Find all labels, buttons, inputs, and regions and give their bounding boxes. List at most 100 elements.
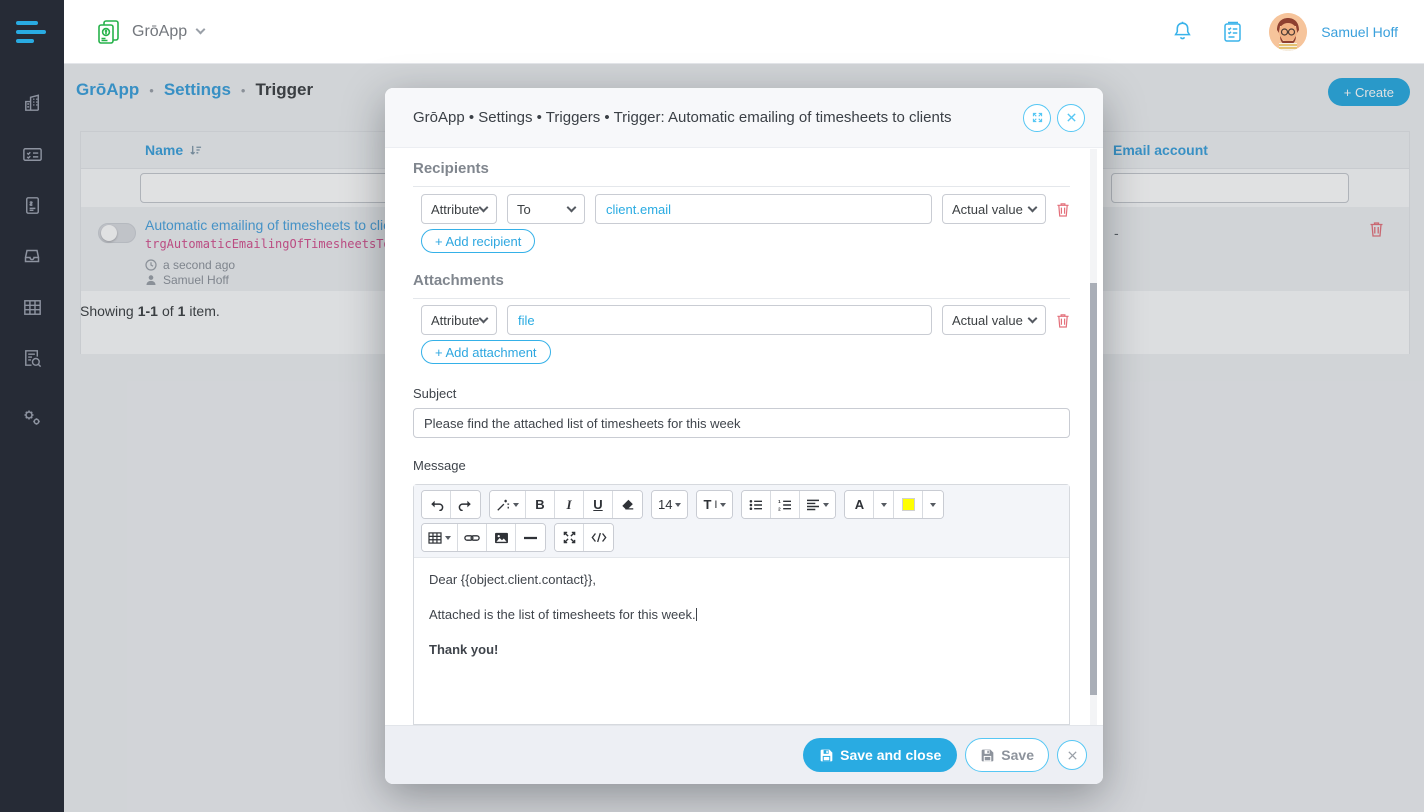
sidebar-item-organization[interactable] — [12, 86, 52, 120]
image-icon — [494, 532, 509, 544]
recipient-type-select[interactable]: Attribute — [421, 194, 497, 224]
highlight-color-dropdown[interactable] — [923, 491, 943, 518]
sidebar-item-invoice-document[interactable] — [12, 188, 52, 222]
expand-modal-button[interactable] — [1023, 104, 1051, 132]
delete-attachment-button[interactable] — [1056, 313, 1070, 328]
message-label: Message — [413, 458, 466, 473]
horizontal-rule-button[interactable] — [516, 524, 545, 551]
editor-fullscreen-button[interactable] — [555, 524, 584, 551]
add-attachment-button[interactable]: + Add attachment — [421, 340, 551, 364]
release-notes-button[interactable] — [1219, 19, 1245, 45]
recipient-value-input[interactable] — [595, 194, 932, 224]
recipient-field-select[interactable]: To — [507, 194, 585, 224]
dropdown-caret-icon — [445, 536, 451, 540]
ordered-list-button[interactable]: 12 — [771, 491, 800, 518]
modal-title: GrōApp • Settings • Triggers • Trigger: … — [413, 109, 952, 126]
insert-link-button[interactable] — [458, 524, 487, 551]
italic-button[interactable]: I — [555, 491, 584, 518]
subject-input[interactable] — [413, 408, 1070, 438]
close-icon — [1066, 112, 1077, 123]
recipient-row: Attribute To Actual value — [421, 194, 1070, 224]
dropdown-caret-icon — [675, 503, 681, 507]
attachment-mode-select[interactable]: Actual value — [942, 305, 1046, 335]
bell-icon — [1170, 19, 1195, 44]
message-body[interactable]: Dear {{object.client.contact}}, Attached… — [414, 558, 1069, 691]
undo-icon — [429, 499, 444, 511]
app-switcher[interactable]: GrōApp — [94, 18, 204, 46]
user-avatar[interactable] — [1269, 13, 1307, 51]
sidebar-item-data-table[interactable] — [12, 290, 52, 324]
redo-button[interactable] — [451, 491, 480, 518]
save-button[interactable]: Save — [965, 738, 1049, 772]
add-recipient-button[interactable]: + Add recipient — [421, 229, 535, 253]
save-icon — [819, 748, 834, 763]
insert-image-button[interactable] — [487, 524, 516, 551]
chevron-down-icon — [1028, 203, 1038, 213]
highlight-swatch — [902, 498, 915, 511]
sidebar-item-inbox[interactable] — [12, 239, 52, 273]
insert-table-select[interactable] — [422, 524, 458, 551]
font-size-select[interactable]: 14 — [652, 491, 687, 518]
delete-recipient-button[interactable] — [1056, 202, 1070, 217]
notifications-button[interactable] — [1170, 19, 1195, 44]
clear-format-button[interactable] — [613, 491, 642, 518]
save-and-close-button[interactable]: Save and close — [803, 738, 957, 772]
dropdown-caret-icon — [823, 503, 829, 507]
magic-format-button[interactable] — [490, 491, 526, 518]
editor-toolbar: B I U 14 TI 12 A — [414, 485, 1069, 558]
chevron-down-icon — [567, 203, 577, 213]
bullet-list-icon — [749, 499, 763, 511]
cancel-button[interactable] — [1057, 740, 1087, 770]
trash-icon — [1056, 202, 1070, 217]
dropdown-caret-icon — [930, 503, 936, 507]
bold-button[interactable]: B — [526, 491, 555, 518]
attachment-row: Attribute Actual value — [421, 305, 1070, 335]
document-icon — [21, 194, 44, 217]
top-bar: GrōApp Samuel Hoff — [64, 0, 1424, 64]
gears-icon — [20, 405, 44, 429]
eraser-icon — [621, 498, 635, 511]
trash-icon — [1056, 313, 1070, 328]
top-bar-right: Samuel Hoff — [1170, 13, 1398, 51]
modal-header: GrōApp • Settings • Triggers • Trigger: … — [385, 88, 1103, 148]
fullscreen-icon — [563, 531, 576, 544]
message-paragraph: Thank you! — [429, 642, 1054, 657]
sidebar-item-checklist[interactable] — [12, 137, 52, 171]
align-select[interactable] — [800, 491, 835, 518]
unordered-list-button[interactable] — [742, 491, 771, 518]
notes-clipboard-icon — [1219, 19, 1245, 45]
text-color-button[interactable]: A — [845, 491, 874, 518]
sidebar-item-report[interactable] — [12, 341, 52, 375]
close-modal-button[interactable] — [1057, 104, 1085, 132]
chevron-down-icon — [479, 203, 489, 213]
text-color-dropdown[interactable] — [874, 491, 894, 518]
menu-toggle-button[interactable] — [0, 0, 64, 64]
svg-text:1: 1 — [779, 499, 782, 504]
highlight-color-button[interactable] — [894, 491, 923, 518]
sidebar-item-settings[interactable] — [12, 400, 52, 434]
recipient-mode-select[interactable]: Actual value — [942, 194, 1046, 224]
underline-button[interactable]: U — [584, 491, 613, 518]
sidebar — [0, 0, 64, 812]
redo-icon — [458, 499, 473, 511]
code-view-button[interactable] — [584, 524, 613, 551]
code-view-icon — [591, 532, 607, 543]
undo-button[interactable] — [422, 491, 451, 518]
inbox-icon — [20, 244, 44, 268]
message-paragraph: Dear {{object.client.contact}}, — [429, 572, 1054, 587]
user-name[interactable]: Samuel Hoff — [1321, 24, 1398, 40]
app-logo-icon — [94, 18, 122, 46]
chevron-down-icon — [1028, 314, 1038, 324]
save-icon — [980, 748, 995, 763]
sidebar-nav — [0, 64, 64, 434]
attachment-type-select[interactable]: Attribute — [421, 305, 497, 335]
attachment-value-input[interactable] — [507, 305, 932, 335]
align-icon — [806, 499, 820, 511]
dropdown-caret-icon — [720, 503, 726, 507]
paragraph-style-select[interactable]: TI — [697, 491, 732, 518]
message-paragraph: Attached is the list of timesheets for t… — [429, 607, 1054, 622]
report-search-icon — [21, 347, 44, 370]
numbered-list-icon: 12 — [778, 499, 792, 511]
modal-scrollbar-thumb[interactable] — [1090, 283, 1097, 695]
chevron-down-icon — [479, 314, 489, 324]
